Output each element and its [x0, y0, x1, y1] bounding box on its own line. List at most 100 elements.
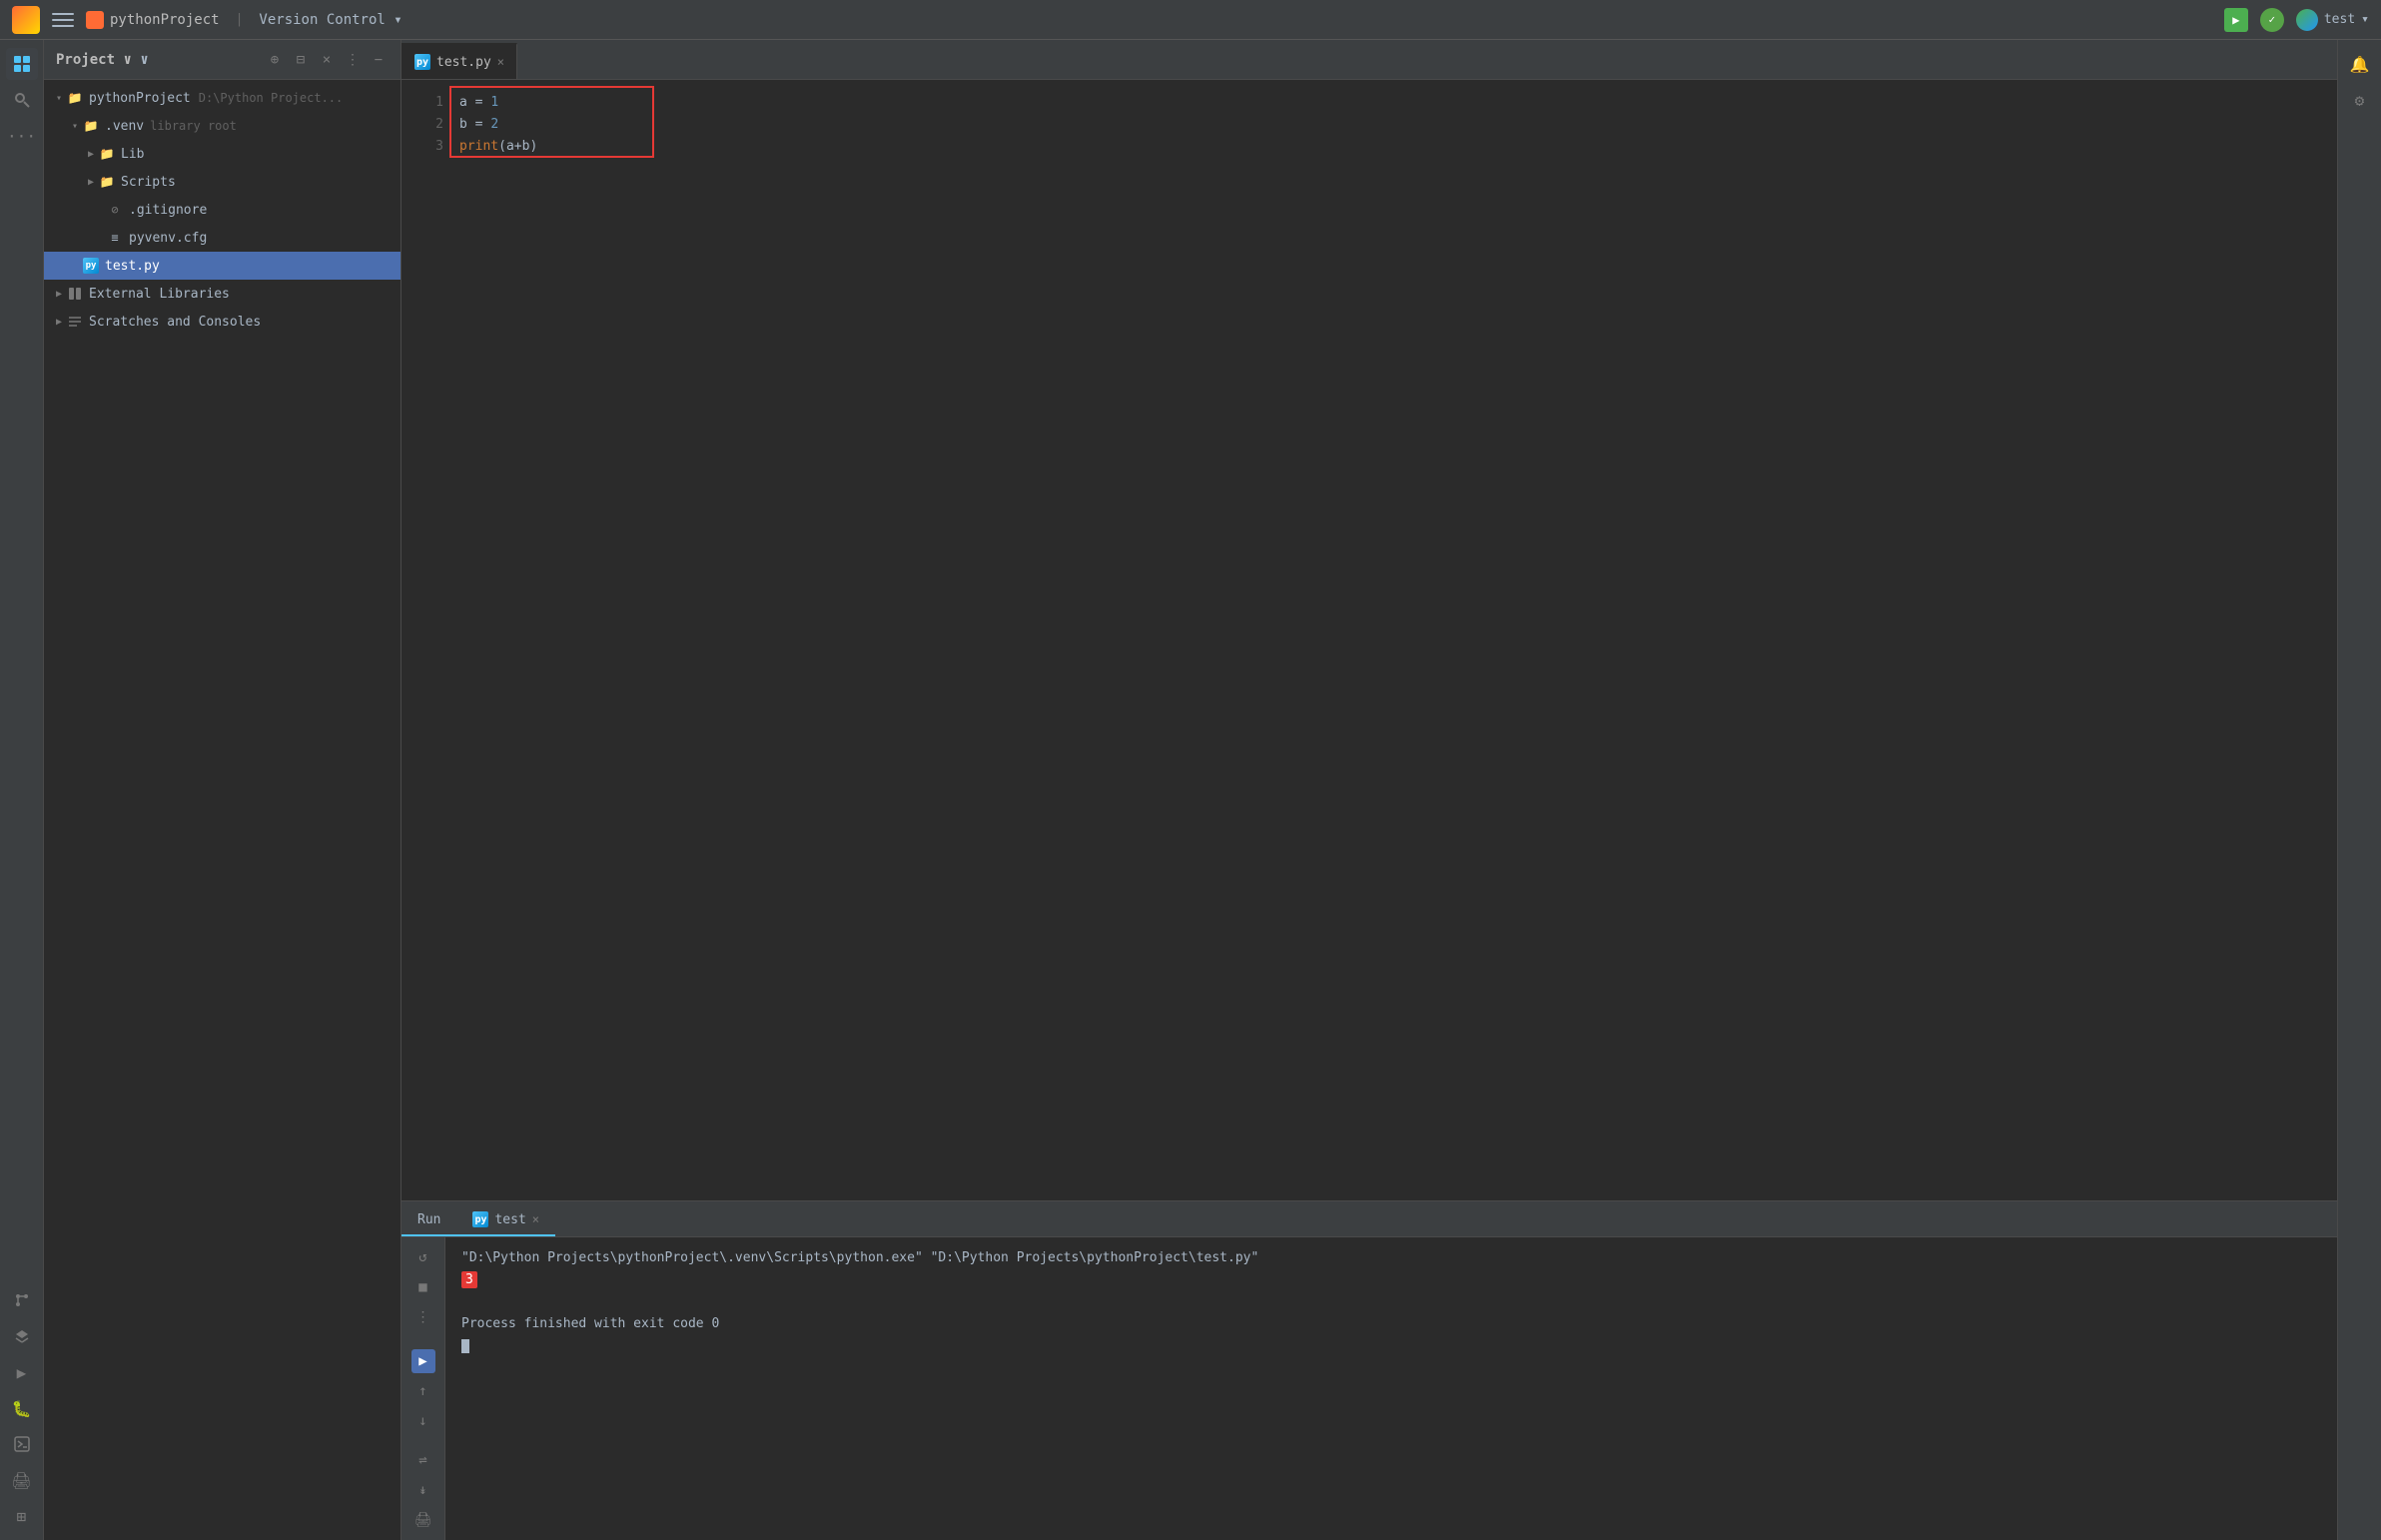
folder-icon: 📁: [66, 89, 84, 107]
tree-item-lib[interactable]: ▶ 📁 Lib: [44, 140, 400, 168]
folder-icon: 📁: [98, 145, 116, 163]
main-layout: ··· ▶ 🐛: [0, 40, 2381, 1540]
tree-item-venv[interactable]: ▾ 📁 .venv library root: [44, 112, 400, 140]
chevron-down-icon: ▾: [68, 119, 82, 133]
item-label: Scripts: [121, 175, 176, 190]
titlebar-right: ▶ ✓ test ▾: [2224, 8, 2369, 32]
tree-item-gitignore[interactable]: ⊘ .gitignore: [44, 196, 400, 224]
output-line: 3: [461, 1269, 2321, 1291]
test-tab-close-icon[interactable]: ×: [532, 1212, 539, 1226]
notifications-icon[interactable]: 🔔: [2344, 48, 2376, 80]
scroll-down-button[interactable]: ↓: [411, 1409, 435, 1433]
run-more-button[interactable]: ⋮: [411, 1305, 435, 1329]
blank-line: [461, 1291, 2321, 1313]
rerun-button[interactable]: ↺: [411, 1245, 435, 1269]
project-label[interactable]: pythonProject: [86, 11, 220, 29]
tree-item-pyvenv[interactable]: ≡ pyvenv.cfg: [44, 224, 400, 252]
soft-wrap-button[interactable]: ⇌: [411, 1448, 435, 1472]
project-icon: [86, 11, 104, 29]
collapse-all-icon[interactable]: ⊟: [291, 50, 311, 70]
tree-item-testpy[interactable]: py test.py: [44, 252, 400, 280]
sidebar-minimize-icon[interactable]: −: [369, 50, 389, 70]
python-tab-icon: py: [414, 54, 430, 70]
bottom-tabs: Run py test ×: [401, 1201, 2337, 1237]
new-file-icon[interactable]: ⊕: [265, 50, 285, 70]
tree-item-scripts[interactable]: ▶ 📁 Scripts: [44, 168, 400, 196]
scratches-icon: [66, 313, 84, 331]
chevron-right-icon: ▶: [84, 175, 98, 189]
user-avatar: [2296, 9, 2318, 31]
close-sidebar-icon[interactable]: ×: [317, 50, 337, 70]
cursor-line: [461, 1335, 2321, 1357]
editor-area: py test.py × 1 2 3 a = 1 b: [401, 40, 2337, 1540]
sidebar-title: Project ∨ ∨: [56, 52, 257, 68]
print-icon[interactable]: 🖨: [6, 1464, 38, 1496]
vcs-label: Version Control: [259, 12, 385, 28]
stop-button[interactable]: ■: [411, 1275, 435, 1299]
item-label: Scratches and Consoles: [89, 315, 261, 330]
terminal-icon[interactable]: [6, 1428, 38, 1460]
chevron-right-icon: ▶: [52, 315, 66, 329]
run-active-button[interactable]: ▶: [411, 1349, 435, 1373]
terminal-cursor: [461, 1339, 469, 1353]
python-file-icon: py: [82, 257, 100, 275]
settings-icon[interactable]: ⚙: [2344, 84, 2376, 116]
sidebar-more-icon[interactable]: ⋮: [343, 50, 363, 70]
vcs-arrow-icon: ▾: [394, 12, 401, 28]
hamburger-menu-button[interactable]: [52, 9, 74, 31]
code-editor[interactable]: 1 2 3 a = 1 b = 2 print(a+b): [401, 80, 2337, 1200]
bottom-content: ↺ ■ ⋮ ▶ ↑ ↓ ⇌ ↡ 🖨 "D:\Python: [401, 1237, 2337, 1540]
layers-icon[interactable]: [6, 1320, 38, 1352]
project-tree: ▾ 📁 pythonProject D:\Python Project... ▾…: [44, 80, 400, 1540]
process-exit-text: Process finished with exit code 0: [461, 1316, 719, 1331]
item-label: .gitignore: [129, 203, 207, 218]
git-icon[interactable]: [6, 1284, 38, 1316]
run-tool-icon[interactable]: ▶: [6, 1356, 38, 1388]
tab-close-icon[interactable]: ×: [497, 55, 504, 69]
search-icon[interactable]: [6, 84, 38, 116]
item-hint: D:\Python Project...: [199, 91, 344, 105]
project-view-icon[interactable]: [6, 48, 38, 80]
titlebar: pythonProject | Version Control ▾ ▶ ✓ te…: [0, 0, 2381, 40]
tree-item-extlibs[interactable]: ▶ External Libraries: [44, 280, 400, 308]
user-name: test: [2324, 12, 2355, 27]
process-exit-line: Process finished with exit code 0: [461, 1313, 2321, 1335]
item-label: pythonProject: [89, 91, 191, 106]
run-button[interactable]: ▶: [2224, 8, 2248, 32]
sidebar-title-arrow-icon[interactable]: ∨: [123, 52, 131, 68]
item-label: Lib: [121, 147, 144, 162]
scroll-end-button[interactable]: ↡: [411, 1478, 435, 1502]
more-tools-icon[interactable]: ···: [6, 120, 38, 152]
bottom-tab-run[interactable]: Run: [401, 1204, 456, 1236]
folder-icon: 📁: [98, 173, 116, 191]
test-tab-label: test: [494, 1212, 525, 1227]
expand-icon[interactable]: ⊞: [6, 1500, 38, 1532]
sidebar-header: Project ∨ ∨ ⊕ ⊟ × ⋮ −: [44, 40, 400, 80]
tree-item-pythonproject[interactable]: ▾ 📁 pythonProject D:\Python Project...: [44, 84, 400, 112]
item-label: test.py: [105, 259, 160, 274]
code-content[interactable]: a = 1 b = 2 print(a+b): [451, 80, 2337, 1200]
no-chevron: [68, 259, 82, 273]
vcs-menu[interactable]: Version Control ▾: [259, 12, 401, 28]
sidebar-actions: ⊕ ⊟ × ⋮ −: [265, 50, 389, 70]
tree-item-scratches[interactable]: ▶ Scratches and Consoles: [44, 308, 400, 336]
project-name: pythonProject: [110, 12, 220, 28]
bottom-tab-test[interactable]: py test ×: [456, 1204, 555, 1236]
scroll-up-button[interactable]: ↑: [411, 1379, 435, 1403]
no-chevron: [92, 231, 106, 245]
code-line-3: print(a+b): [459, 136, 2329, 158]
debug-icon[interactable]: 🐛: [6, 1392, 38, 1424]
right-icon-strip: 🔔 ⚙: [2337, 40, 2381, 1540]
chevron-right-icon: ▶: [84, 147, 98, 161]
print-button[interactable]: 🖨: [411, 1508, 435, 1532]
library-icon: [66, 285, 84, 303]
user-arrow-icon: ▾: [2361, 12, 2369, 27]
gitignore-icon: ⊘: [106, 201, 124, 219]
editor-tab-testpy[interactable]: py test.py ×: [401, 43, 517, 79]
user-menu[interactable]: test ▾: [2296, 9, 2369, 31]
sidebar: Project ∨ ∨ ⊕ ⊟ × ⋮ − ▾ 📁 pythonProject …: [44, 40, 401, 1540]
terminal-output[interactable]: "D:\Python Projects\pythonProject\.venv\…: [445, 1237, 2337, 1540]
update-icon[interactable]: ✓: [2260, 8, 2284, 32]
code-line-1: a = 1: [459, 92, 2329, 114]
bottom-panel: Run py test × ↺ ■ ⋮ ▶ ↑ ↓: [401, 1200, 2337, 1540]
